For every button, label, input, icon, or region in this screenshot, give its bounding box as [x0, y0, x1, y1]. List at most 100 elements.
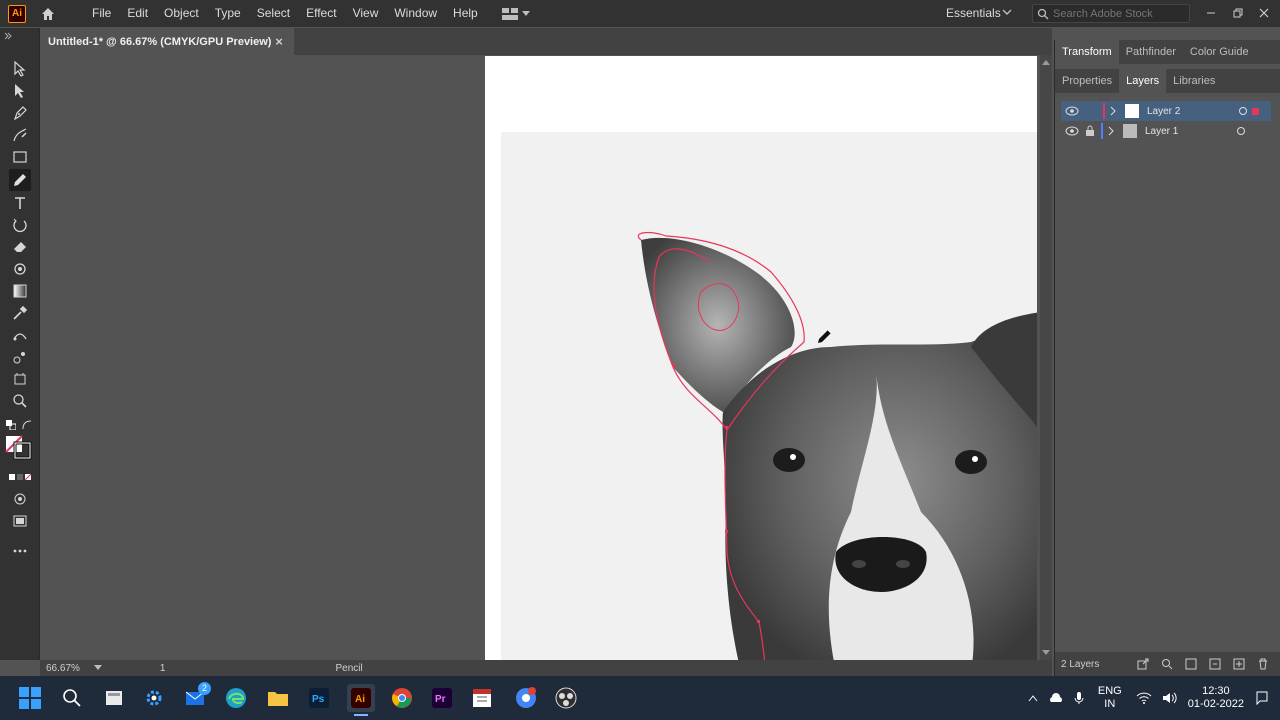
menu-object[interactable]: Object — [156, 0, 207, 27]
export-icon[interactable] — [1137, 658, 1149, 670]
edge-browser-icon[interactable] — [222, 684, 250, 712]
zoom-icon[interactable] — [9, 390, 31, 412]
layer-name[interactable]: Layer 1 — [1145, 126, 1178, 137]
symbol-sprayer-icon[interactable] — [9, 346, 31, 368]
drawing-mode-icon[interactable] — [9, 488, 31, 510]
new-sublayer-icon[interactable] — [1209, 658, 1221, 670]
collapse-icon[interactable] — [4, 32, 12, 40]
menu-select[interactable]: Select — [249, 0, 298, 27]
layer-row-2[interactable]: Layer 2 — [1061, 101, 1271, 121]
stock-search[interactable] — [1032, 4, 1190, 23]
document-tab[interactable]: Untitled-1* @ 66.67% (CMYK/GPU Preview) … — [40, 28, 294, 55]
type-tool-icon[interactable] — [9, 192, 31, 214]
chevron-down-icon[interactable] — [1002, 6, 1012, 18]
default-colors-icon[interactable] — [4, 414, 18, 436]
menu-file[interactable]: File — [84, 0, 119, 27]
tab-pathfinder[interactable]: Pathfinder — [1119, 40, 1183, 64]
tab-color-guide[interactable]: Color Guide — [1183, 40, 1256, 64]
pen-tool-icon[interactable] — [9, 102, 31, 124]
tab-libraries[interactable]: Libraries — [1166, 69, 1222, 93]
calendar-app-icon[interactable] — [468, 684, 496, 712]
home-icon[interactable] — [38, 4, 58, 24]
chrome-profile-icon[interactable] — [512, 684, 540, 712]
rotate-tool-icon[interactable] — [9, 214, 31, 236]
speaker-icon[interactable] — [1162, 692, 1178, 704]
svg-text:Ai: Ai — [355, 694, 365, 705]
close-icon[interactable]: × — [272, 34, 286, 49]
restore-button[interactable] — [1229, 4, 1247, 22]
chrome-icon[interactable] — [388, 684, 416, 712]
arrange-documents-button[interactable] — [501, 4, 538, 24]
swap-colors-icon[interactable] — [20, 414, 34, 436]
artboard-number[interactable]: 1 — [160, 663, 166, 674]
menu-view[interactable]: View — [345, 0, 387, 27]
zoom-level[interactable]: 66.67% — [46, 663, 80, 674]
search-icon[interactable] — [1161, 658, 1173, 670]
windows-start-icon[interactable] — [16, 684, 44, 712]
notifications-icon[interactable] — [1254, 691, 1268, 705]
menu-help[interactable]: Help — [445, 0, 486, 27]
color-modes-icon[interactable] — [9, 466, 31, 488]
tab-properties[interactable]: Properties — [1055, 69, 1119, 93]
chevron-up-icon[interactable] — [1028, 694, 1038, 702]
search-input[interactable] — [1053, 7, 1173, 20]
clipping-mask-icon[interactable] — [1185, 658, 1197, 670]
lock-icon[interactable] — [1085, 125, 1095, 137]
settings-icon[interactable] — [140, 684, 168, 712]
obs-icon[interactable] — [552, 684, 580, 712]
workspace-switcher[interactable]: Essentials — [946, 6, 1001, 20]
mail-icon[interactable]: 2 — [182, 682, 211, 712]
selection-tool-icon[interactable] — [9, 58, 31, 80]
menu-edit[interactable]: Edit — [119, 0, 156, 27]
target-icon[interactable] — [1238, 106, 1248, 116]
microphone-icon[interactable] — [1074, 691, 1084, 705]
chevron-right-icon[interactable] — [1109, 106, 1117, 116]
curvature-icon[interactable] — [9, 124, 31, 146]
eye-icon[interactable] — [1065, 106, 1079, 116]
tab-transform[interactable]: Transform — [1055, 40, 1119, 64]
search-icon[interactable] — [58, 684, 86, 712]
fill-stroke-swatch[interactable] — [4, 434, 34, 460]
chevron-down-icon[interactable] — [93, 665, 102, 671]
eye-icon[interactable] — [1065, 126, 1079, 136]
premiere-icon[interactable]: Pr — [428, 684, 456, 712]
search-icon — [1037, 8, 1049, 19]
tab-layers[interactable]: Layers — [1119, 69, 1167, 93]
photoshop-icon[interactable]: Ps — [305, 684, 333, 712]
illustrator-icon[interactable]: Ai — [347, 684, 375, 716]
onedrive-icon[interactable] — [1048, 693, 1064, 703]
pencil-tool-icon[interactable] — [9, 169, 31, 191]
trash-icon[interactable] — [1257, 658, 1269, 670]
layer-name[interactable]: Layer 2 — [1147, 106, 1180, 117]
direct-selection-icon[interactable] — [9, 80, 31, 102]
wifi-icon[interactable] — [1136, 692, 1152, 704]
file-explorer-icon[interactable] — [264, 684, 292, 712]
clock-time: 12:30 — [1202, 685, 1230, 697]
close-button[interactable] — [1255, 4, 1273, 22]
blend-icon[interactable] — [9, 324, 31, 346]
target-icon[interactable] — [1236, 126, 1246, 136]
new-layer-icon[interactable] — [1233, 658, 1245, 670]
canvas[interactable] — [40, 55, 1052, 660]
menu-effect[interactable]: Effect — [298, 0, 344, 27]
screen-mode-icon[interactable] — [9, 510, 31, 532]
clock[interactable]: 12:30 01-02-2022 — [1188, 685, 1244, 711]
layer-row-1[interactable]: Layer 1 — [1061, 121, 1271, 141]
placed-photo[interactable] — [501, 132, 1037, 660]
menu-type[interactable]: Type — [207, 0, 249, 27]
minimize-button[interactable] — [1202, 4, 1220, 22]
chevron-right-icon[interactable] — [1107, 126, 1115, 136]
language-indicator[interactable]: ENG IN — [1098, 685, 1122, 711]
gradient-icon[interactable] — [9, 280, 31, 302]
selection-indicator[interactable] — [1252, 107, 1260, 115]
artboard[interactable] — [485, 56, 1037, 660]
eyedropper-icon[interactable] — [9, 302, 31, 324]
rectangle-tool-icon[interactable] — [9, 146, 31, 168]
artboard-icon[interactable] — [9, 368, 31, 390]
eraser-icon[interactable] — [9, 236, 31, 258]
menu-window[interactable]: Window — [386, 0, 445, 27]
more-tools-icon[interactable] — [9, 540, 31, 562]
vertical-scrollbar[interactable] — [1040, 55, 1052, 660]
warp-icon[interactable] — [9, 258, 31, 280]
task-view-icon[interactable] — [100, 684, 128, 712]
